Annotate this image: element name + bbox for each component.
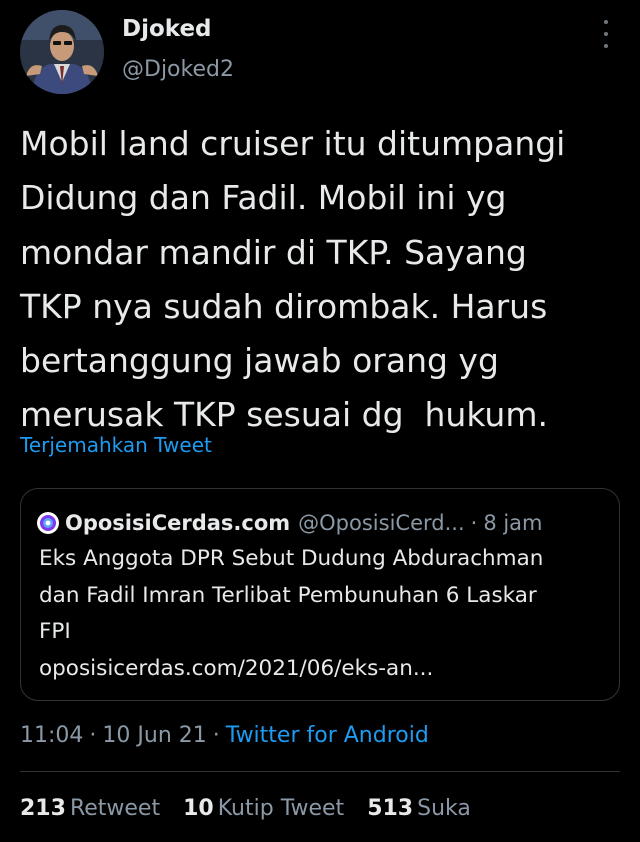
quoted-author-handle: @OposisiCerd... xyxy=(298,511,465,535)
quoted-tweet-text: Eks Anggota DPR Sebut Dudung Abdurachman… xyxy=(39,541,614,687)
tweet-date[interactable]: 10 Jun 21 xyxy=(102,723,206,748)
quoted-author-name: OposisiCerdas.com xyxy=(65,511,291,535)
quoted-text-line: Eks Anggota DPR Sebut Dudung Abdurachman xyxy=(39,546,544,571)
tweet-stats: 213 Retweet 10 Kutip Tweet 513 Suka xyxy=(20,796,487,821)
tweet-source-link[interactable]: Twitter for Android xyxy=(226,723,429,748)
oposisicerdas-logo-icon xyxy=(37,512,59,534)
profile-photo-icon xyxy=(20,10,104,94)
likes-stat[interactable]: 513 Suka xyxy=(367,796,471,821)
meta-separator-2: · xyxy=(212,723,220,748)
user-handle[interactable]: @Djoked2 xyxy=(122,57,234,82)
quoted-time: 8 jam xyxy=(483,511,543,535)
quoted-tweet-header: OposisiCerdas.com @OposisiCerd... · 8 ja… xyxy=(37,509,607,537)
quoted-tweet-card[interactable]: OposisiCerdas.com @OposisiCerd... · 8 ja… xyxy=(20,488,620,701)
quote-tweets-label: Kutip Tweet xyxy=(217,796,345,821)
quote-tweets-count: 10 xyxy=(183,796,214,821)
meta-separator-1: · xyxy=(89,723,97,748)
quote-tweets-stat[interactable]: 10 Kutip Tweet xyxy=(183,796,344,821)
avatar[interactable] xyxy=(20,10,104,94)
vertical-ellipsis-icon[interactable] xyxy=(598,20,614,48)
display-name[interactable]: Djoked xyxy=(122,16,212,42)
retweets-label: Retweet xyxy=(69,796,161,821)
likes-label: Suka xyxy=(417,796,471,821)
tweet-meta: 11:04 · 10 Jun 21 · Twitter for Android xyxy=(20,723,429,748)
quoted-text-line: dan Fadil Imran Terlibat Pembunuhan 6 La… xyxy=(39,582,537,608)
quoted-separator: · xyxy=(470,511,478,535)
retweets-count: 213 xyxy=(20,796,66,821)
quoted-link-url: oposisicerdas.com/2021/06/eks-an... xyxy=(39,655,434,681)
retweets-stat[interactable]: 213 Retweet xyxy=(20,796,160,821)
likes-count: 513 xyxy=(367,796,414,821)
quoted-text-line: FPI xyxy=(39,619,71,644)
divider xyxy=(20,771,620,772)
tweet-time[interactable]: 11:04 xyxy=(20,723,83,748)
translate-tweet-link[interactable]: Terjemahkan Tweet xyxy=(20,433,212,457)
tweet-text: Mobil land cruiser itu ditumpangi Didung… xyxy=(20,124,566,435)
